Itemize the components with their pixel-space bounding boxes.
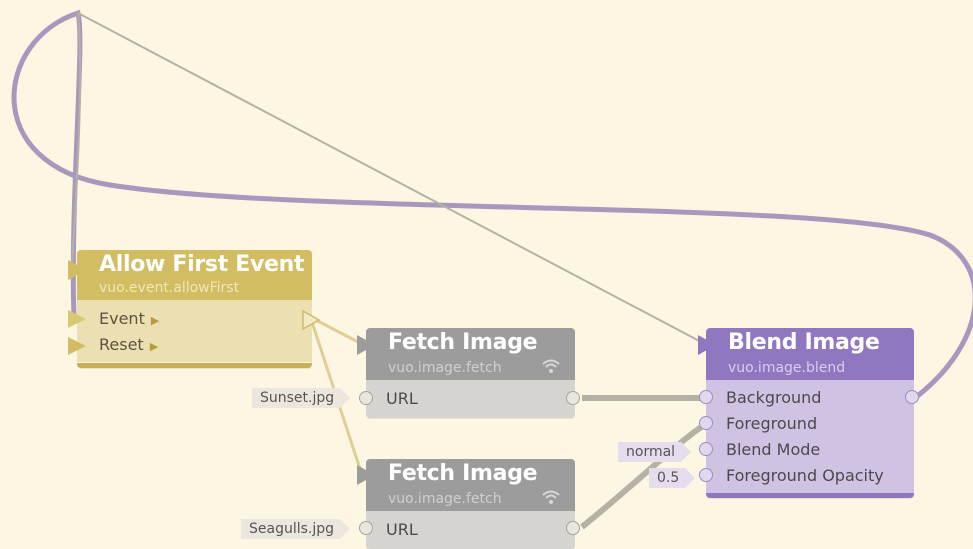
node-header[interactable]: Allow First Event vuo.event.allowFirst [77, 250, 312, 300]
node-class-name: vuo.image.fetch [388, 491, 502, 507]
refresh-port-icon[interactable] [357, 335, 375, 355]
input-label: URL [386, 389, 418, 408]
output-port-icon[interactable] [300, 309, 322, 331]
url-input-port[interactable] [359, 391, 373, 405]
fetch-image-node-1[interactable]: Fetch Image vuo.image.fetch URL [366, 328, 575, 418]
url-constant[interactable]: Seagulls.jpg [241, 519, 351, 539]
input-label: Reset ▶ [99, 335, 159, 354]
wifi-icon [542, 359, 560, 373]
refresh-port-icon[interactable] [68, 260, 86, 280]
input-label: Blend Mode [726, 440, 821, 459]
node-footer [706, 493, 914, 498]
event-arrow-icon: ▶ [150, 314, 160, 327]
input-label: Event ▶ [99, 309, 160, 328]
input-row-foreground[interactable]: Foreground [706, 411, 914, 437]
node-class-name: vuo.event.allowFirst [99, 280, 240, 296]
reset-port-icon[interactable] [68, 337, 86, 355]
node-title: Allow First Event [99, 252, 305, 277]
node-class-name: vuo.image.blend [728, 360, 846, 376]
foreground-input-port[interactable] [699, 416, 713, 430]
node-class-name: vuo.image.fetch [388, 360, 502, 376]
url-constant[interactable]: Sunset.jpg [252, 388, 351, 408]
node-header[interactable]: Blend Image vuo.image.blend [706, 328, 914, 380]
node-title: Fetch Image [388, 330, 538, 355]
input-row-foreground-opacity[interactable]: Foreground Opacity [706, 463, 914, 489]
node-title: Blend Image [728, 330, 880, 355]
input-row-reset[interactable]: Reset ▶ [77, 332, 312, 358]
input-row-url[interactable]: URL [366, 386, 575, 412]
blend-mode-input-port[interactable] [699, 442, 713, 456]
input-row-background[interactable]: Background [706, 385, 914, 411]
opacity-constant[interactable]: 0.5 [649, 468, 696, 488]
node-body: Event ▶ Reset ▶ [77, 300, 312, 362]
event-arrow-icon: ▶ [149, 340, 159, 353]
wifi-icon [542, 490, 560, 504]
input-row-url[interactable]: URL [366, 517, 575, 543]
fetch-image-node-2[interactable]: Fetch Image vuo.image.fetch URL [366, 459, 575, 549]
node-title: Fetch Image [388, 461, 538, 486]
background-input-port[interactable] [699, 390, 713, 404]
input-row-event[interactable]: Event ▶ [77, 306, 312, 332]
foreground-opacity-input-port[interactable] [699, 468, 713, 482]
image-output-port[interactable] [566, 391, 580, 405]
node-body: URL [366, 511, 575, 549]
node-header[interactable]: Fetch Image vuo.image.fetch [366, 459, 575, 511]
node-body: Background Foreground Blend Mode Foregro… [706, 380, 914, 493]
blend-image-node[interactable]: Blend Image vuo.image.blend Background F… [706, 328, 914, 498]
url-input-port[interactable] [359, 521, 373, 535]
input-label: Foreground [726, 414, 818, 433]
image-output-port[interactable] [905, 390, 919, 404]
node-footer [77, 363, 312, 368]
node-body: URL [366, 380, 575, 418]
image-output-port[interactable] [566, 521, 580, 535]
refresh-port-icon[interactable] [698, 335, 716, 355]
refresh-port-icon[interactable] [357, 465, 375, 485]
input-label: Background [726, 388, 822, 407]
input-label: Foreground Opacity [726, 466, 884, 485]
event-port-icon[interactable] [68, 310, 86, 328]
input-row-blend-mode[interactable]: Blend Mode [706, 437, 914, 463]
allow-first-event-node[interactable]: Allow First Event vuo.event.allowFirst E… [77, 250, 312, 368]
node-header[interactable]: Fetch Image vuo.image.fetch [366, 328, 575, 380]
blend-mode-constant[interactable]: normal [618, 442, 692, 462]
input-label: URL [386, 520, 418, 539]
